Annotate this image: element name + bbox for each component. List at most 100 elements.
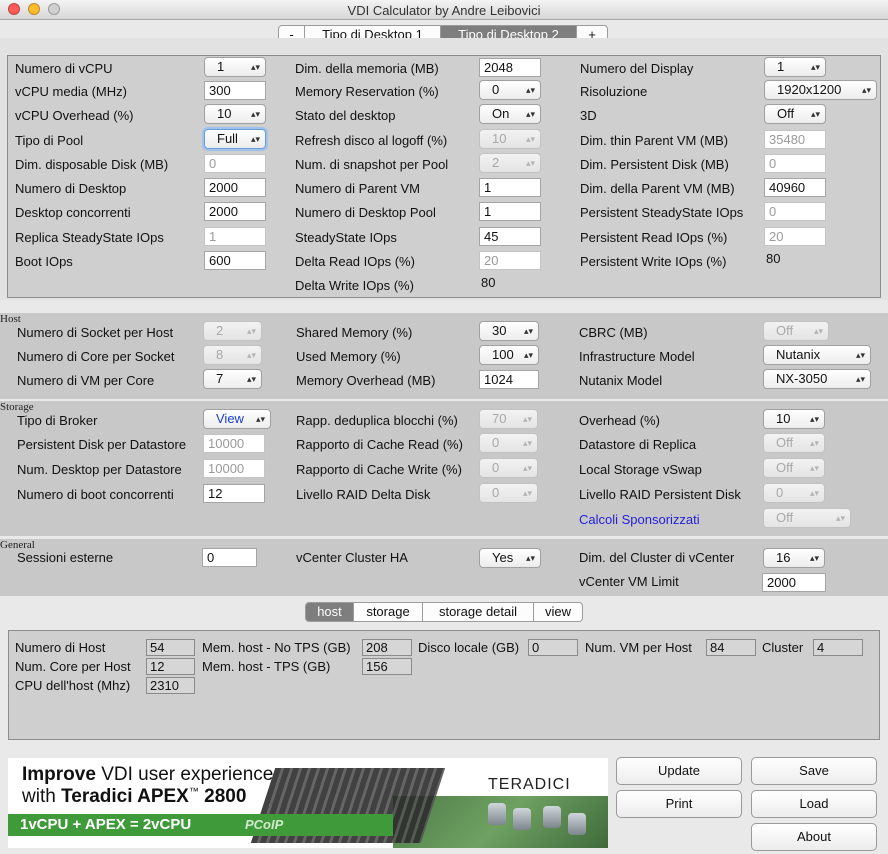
sessioni-esterne-field[interactable]: 0 bbox=[202, 548, 257, 567]
calcoli-sponsorizzati-value: Off bbox=[776, 510, 794, 525]
risoluzione-popup[interactable]: 1920x1200 ▴▾ bbox=[764, 80, 877, 100]
num-desktop-per-datastore-field: 10000 bbox=[203, 459, 265, 478]
numero-di-vcpu-label: Numero di vCPU bbox=[15, 61, 113, 76]
tipo-di-broker-label: Tipo di Broker bbox=[17, 413, 98, 428]
numero-di-desktop-pool-field[interactable]: 1 bbox=[479, 202, 541, 221]
numero-di-vm-per-core-popup[interactable]: 7 ▴▾ bbox=[203, 369, 262, 389]
updown-arrows-icon: ▴▾ bbox=[809, 553, 819, 563]
desktop-concorrenti-label: Desktop concorrenti bbox=[15, 205, 131, 220]
updown-arrows-icon: ▴▾ bbox=[810, 62, 820, 72]
numero-di-vcpu-popup[interactable]: 1 ▴▾ bbox=[204, 57, 266, 77]
dim-della-parent-vm-mb-label: Dim. della Parent VM (MB) bbox=[580, 181, 735, 196]
banner-headline: Improve VDI user experience bbox=[22, 764, 273, 786]
boot-iops-label: Boot IOps bbox=[15, 254, 73, 269]
boot-iops-field[interactable]: 600 bbox=[204, 251, 266, 270]
numero-di-desktop-field[interactable]: 2000 bbox=[204, 178, 266, 197]
teradici-logo: TERADICI bbox=[488, 776, 571, 793]
mem-notps-label: Mem. host - No TPS (GB) bbox=[202, 640, 351, 655]
persistent-steadystate-iops-field: 0 bbox=[764, 202, 826, 221]
vcenter-ha-label: vCenter Cluster HA bbox=[296, 550, 408, 565]
overhead-popup[interactable]: 10 ▴▾ bbox=[763, 409, 825, 429]
teradici-ad-banner[interactable]: Improve VDI user experience with Teradic… bbox=[8, 758, 608, 848]
vcpu-media-mhz-field[interactable]: 300 bbox=[204, 81, 266, 100]
vcenter-ha-value: Yes bbox=[492, 550, 514, 565]
banner-model: 2800 bbox=[198, 786, 247, 807]
cluster-count-label: Cluster bbox=[762, 640, 804, 655]
save-button[interactable]: Save bbox=[751, 757, 877, 785]
cluster-size-popup[interactable]: 16 ▴▾ bbox=[763, 548, 825, 568]
memory-reservation-popup[interactable]: 0 ▴▾ bbox=[479, 80, 541, 100]
memory-overhead-mb-field[interactable]: 1024 bbox=[479, 370, 539, 389]
vcenter-ha-popup[interactable]: Yes ▴▾ bbox=[479, 548, 541, 568]
calcoli-sponsorizzati-label[interactable]: Calcoli Sponsorizzati bbox=[579, 512, 700, 527]
updown-arrows-icon: ▴▾ bbox=[525, 134, 535, 144]
updown-arrows-icon: ▴▾ bbox=[809, 488, 819, 498]
storage-section-label: Storage bbox=[0, 401, 34, 413]
updown-arrows-icon: ▴▾ bbox=[813, 326, 823, 336]
tipo-di-pool-popup[interactable]: Full ▴▾ bbox=[204, 129, 266, 149]
tab-storage-detail[interactable]: storage detail bbox=[423, 603, 534, 621]
used-memory-value: 100 bbox=[492, 347, 514, 362]
disco-locale-value: 0 bbox=[528, 639, 578, 656]
persistent-write-iops-value: 80 bbox=[766, 251, 781, 266]
tab-storage[interactable]: storage bbox=[354, 603, 423, 621]
infrastructure-model-popup[interactable]: Nutanix ▴▾ bbox=[763, 345, 871, 365]
delta-write-iops-value: 80 bbox=[481, 275, 496, 290]
numero-di-parent-vm-label: Numero di Parent VM bbox=[295, 181, 420, 196]
dim-della-memoria-mb-field[interactable]: 2048 bbox=[479, 58, 541, 77]
rapporto-di-cache-write-value: 0 bbox=[492, 460, 500, 475]
infrastructure-model-value: Nutanix bbox=[776, 347, 821, 362]
vm-limit-field[interactable]: 2000 bbox=[762, 573, 826, 592]
numero-di-socket-per-host-popup: 2 ▴▾ bbox=[203, 321, 262, 341]
numero-di-core-per-socket-label: Numero di Core per Socket bbox=[17, 349, 175, 364]
nutanix-model-popup[interactable]: NX-3050 ▴▾ bbox=[763, 369, 871, 389]
tab-host[interactable]: host bbox=[306, 603, 354, 621]
stato-del-desktop-popup[interactable]: On ▴▾ bbox=[479, 104, 541, 124]
updown-arrows-icon: ▴▾ bbox=[809, 414, 819, 424]
updown-arrows-icon: ▴▾ bbox=[861, 85, 871, 95]
tipo-di-broker-popup[interactable]: View ▴▾ bbox=[203, 409, 271, 429]
livello-raid-delta-disk-value: 0 bbox=[492, 485, 500, 500]
refresh-disco-al-logoff-popup: 10 ▴▾ bbox=[479, 129, 541, 149]
load-button[interactable]: Load bbox=[751, 790, 877, 818]
numero-di-boot-concorrenti-field[interactable]: 12 bbox=[203, 484, 265, 503]
mem-tps-value: 156 bbox=[362, 658, 412, 675]
3d-label: 3D bbox=[580, 108, 597, 123]
banner-headline-bold: Improve bbox=[22, 764, 96, 785]
dim-della-parent-vm-mb-field[interactable]: 40960 bbox=[764, 178, 826, 197]
numero-di-parent-vm-field[interactable]: 1 bbox=[479, 178, 541, 197]
num-di-snapshot-per-pool-popup: 2 ▴▾ bbox=[479, 153, 541, 173]
persistent-disk-per-datastore-label: Persistent Disk per Datastore bbox=[17, 437, 187, 452]
updown-arrows-icon: ▴▾ bbox=[250, 62, 260, 72]
rapp-deduplica-blocchi-value: 70 bbox=[492, 411, 507, 426]
risoluzione-label: Risoluzione bbox=[580, 84, 648, 99]
used-memory-popup[interactable]: 100 ▴▾ bbox=[479, 345, 539, 365]
dim-disposable-disk-mb-field: 0 bbox=[204, 154, 266, 173]
numero-del-display-popup[interactable]: 1 ▴▾ bbox=[764, 57, 826, 77]
result-tabs: host storage storage detail view bbox=[305, 602, 583, 622]
num-host-value: 54 bbox=[146, 639, 195, 656]
numero-di-desktop-label: Numero di Desktop bbox=[15, 181, 127, 196]
rapp-deduplica-blocchi-popup: 70 ▴▾ bbox=[479, 409, 538, 429]
about-button[interactable]: About bbox=[751, 823, 877, 851]
tab-view[interactable]: view bbox=[534, 603, 582, 621]
desktop-concorrenti-field[interactable]: 2000 bbox=[204, 202, 266, 221]
print-button[interactable]: Print bbox=[616, 790, 742, 818]
calcoli-sponsorizzati-popup: Off ▴▾ bbox=[763, 508, 851, 528]
persistent-steadystate-iops-label: Persistent SteadyState IOps bbox=[580, 205, 744, 220]
shared-memory-value: 30 bbox=[492, 323, 507, 338]
sessioni-esterne-label: Sessioni esterne bbox=[17, 550, 114, 565]
persistent-read-iops-label: Persistent Read IOps (%) bbox=[580, 230, 728, 245]
update-button[interactable]: Update bbox=[616, 757, 742, 785]
app-window: VDI Calculator by Andre Leibovici - Tipo… bbox=[0, 0, 888, 854]
banner-subline: with Teradici APEX™ 2800 bbox=[22, 786, 246, 808]
vcpu-overhead-popup[interactable]: 10 ▴▾ bbox=[204, 104, 266, 124]
used-memory-label: Used Memory (%) bbox=[296, 349, 401, 364]
3d-popup[interactable]: Off ▴▾ bbox=[764, 104, 826, 124]
shared-memory-popup[interactable]: 30 ▴▾ bbox=[479, 321, 539, 341]
steadystate-iops-field[interactable]: 45 bbox=[479, 227, 541, 246]
updown-arrows-icon: ▴▾ bbox=[246, 350, 256, 360]
vm-per-host-value: 84 bbox=[706, 639, 756, 656]
livello-raid-persistent-disk-value: 0 bbox=[776, 485, 784, 500]
dim-thin-parent-vm-mb-field: 35480 bbox=[764, 130, 826, 149]
